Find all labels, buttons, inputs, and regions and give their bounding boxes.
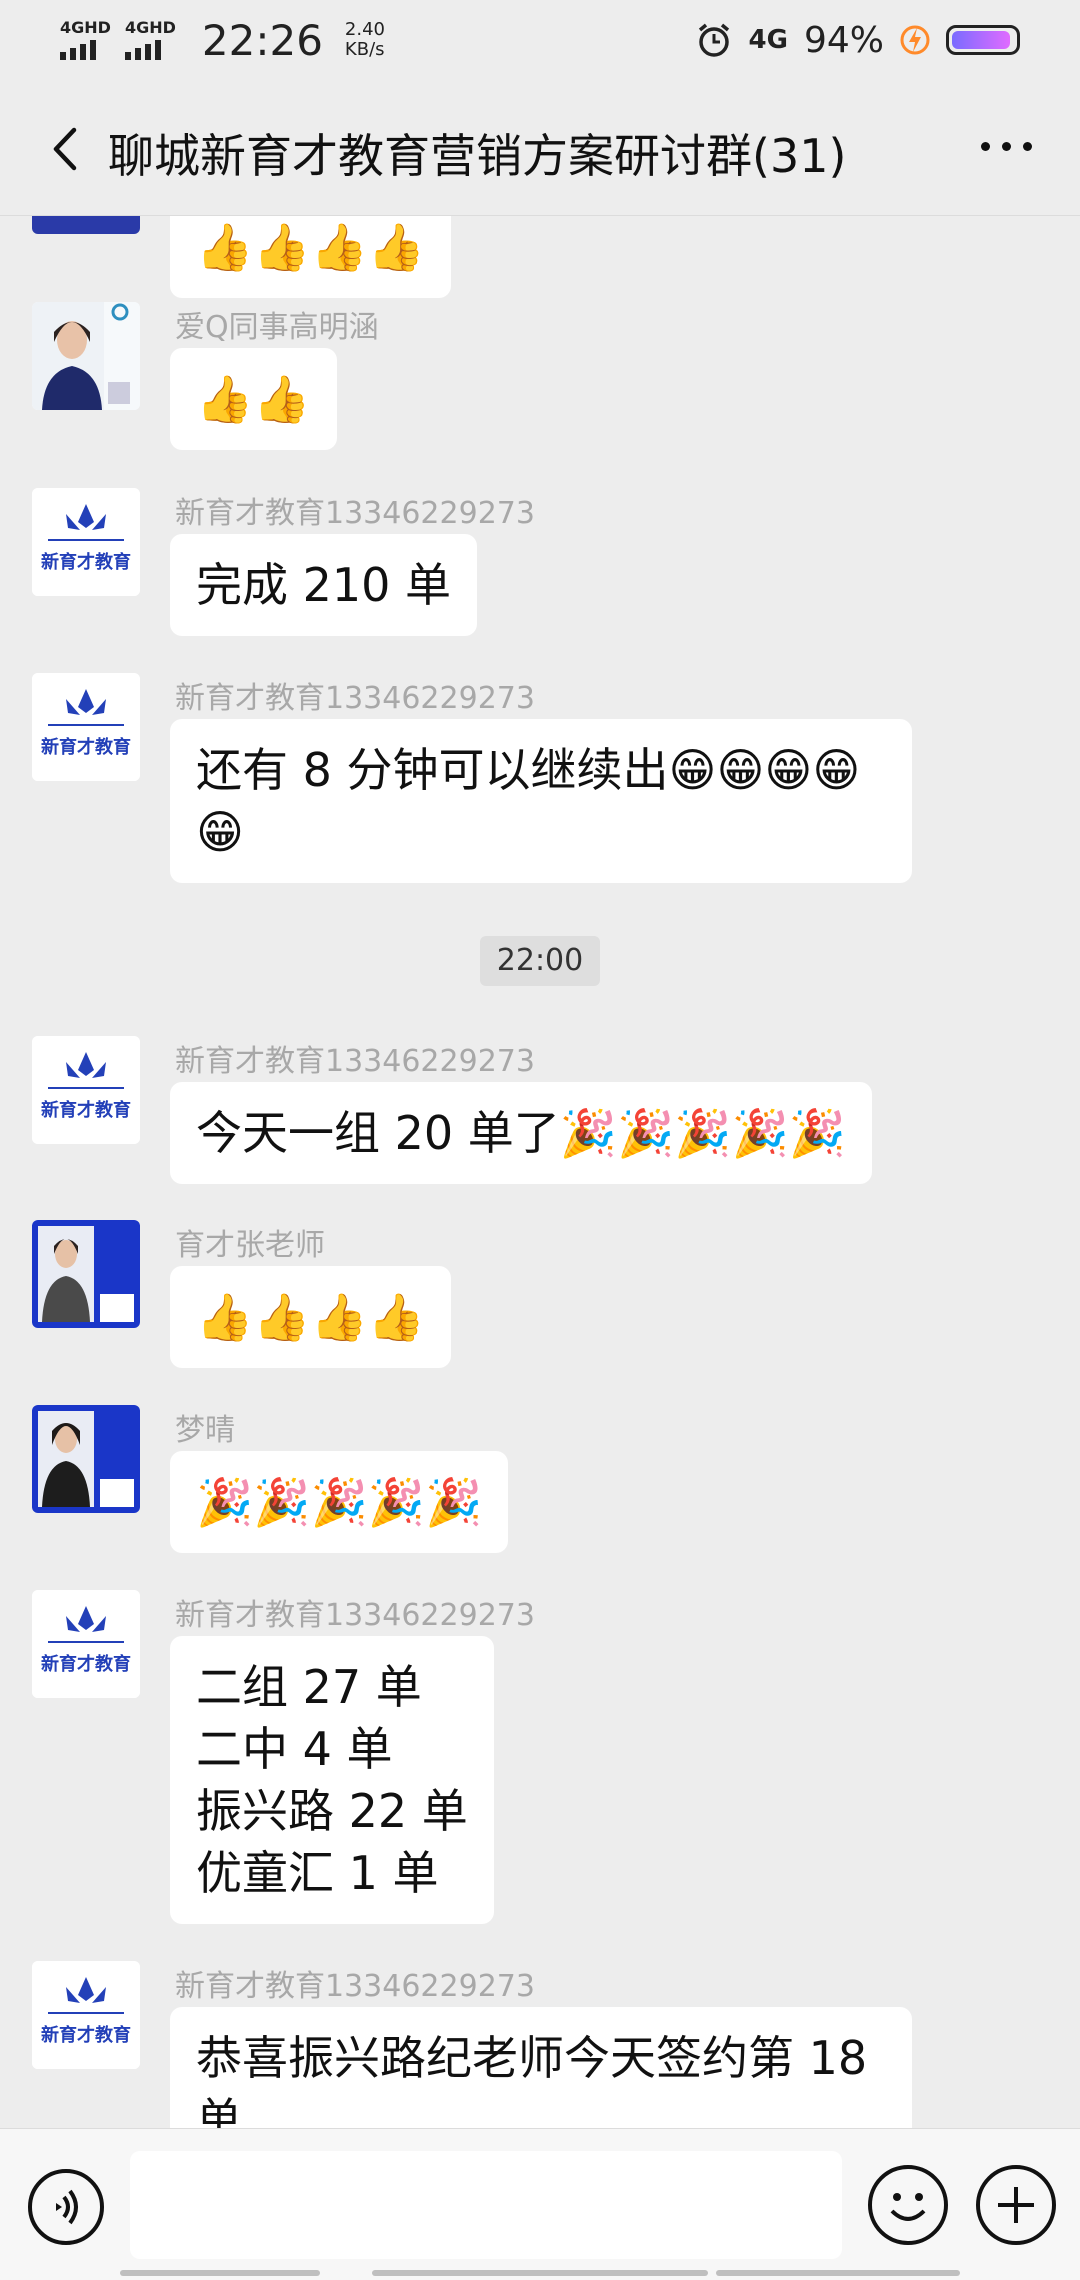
alarm-icon	[698, 23, 729, 57]
sender-name: 新育才教育13346229273	[175, 496, 535, 531]
message-input[interactable]	[130, 2151, 842, 2259]
chat-title[interactable]: 聊城新育才教育营销方案研讨群(31)	[108, 120, 846, 186]
chevron-left-icon[interactable]	[42, 124, 92, 174]
signal-label-1: 4GHD	[60, 18, 111, 37]
gesture-bar-segment	[372, 2270, 708, 2276]
avatar[interactable]: 新育才教育	[32, 673, 140, 781]
avatar[interactable]	[32, 1220, 140, 1328]
avatar[interactable]: 新育才教育	[32, 488, 140, 596]
sender-name: 爱Q同事高明涵	[175, 310, 379, 345]
speed-value: 2.40	[344, 19, 385, 40]
voice-icon[interactable]	[28, 2169, 104, 2245]
message-bubble[interactable]: 👍👍👍👍	[170, 216, 452, 298]
message-list[interactable]: 👍👍👍👍 爱Q同事高明涵 👍👍 新育才教育 新育才教育13346229273 完…	[0, 216, 1080, 2128]
avatar[interactable]	[32, 216, 140, 234]
signal-indicator-2: 4GHD	[124, 18, 176, 60]
sender-name: 新育才教育13346229273	[175, 1598, 535, 1633]
message-bubble[interactable]: 👍👍👍👍	[170, 1266, 452, 1368]
input-bar	[0, 2128, 1080, 2280]
sender-name: 育才张老师	[175, 1228, 325, 1263]
logo-icon: 新育才教育	[32, 1961, 140, 2069]
avatar[interactable]: 新育才教育	[32, 1961, 140, 2069]
logo-icon: 新育才教育	[32, 673, 140, 781]
logo-text: 新育才教育	[41, 1653, 131, 1675]
sender-name: 新育才教育13346229273	[175, 681, 535, 716]
battery-percent: 94%	[803, 19, 884, 61]
sender-name: 新育才教育13346229273	[175, 1044, 535, 1079]
battery-icon	[946, 25, 1020, 55]
sender-name: 梦晴	[175, 1413, 235, 1448]
network-type: 4G	[748, 25, 788, 55]
chat-header: 聊城新育才教育营销方案研讨群(31)	[0, 80, 1080, 216]
signal-bars-icon	[60, 38, 96, 60]
logo-text: 新育才教育	[41, 551, 131, 573]
gesture-bar-segment	[716, 2270, 960, 2276]
message-bubble[interactable]: 今天一组 20 单了🎉🎉🎉🎉🎉	[170, 1082, 873, 1184]
plus-icon[interactable]	[976, 2165, 1056, 2245]
time-divider: 22:00	[480, 936, 600, 986]
message-bubble[interactable]: 🎉🎉🎉🎉🎉	[170, 1451, 509, 1553]
signal-bars-icon	[124, 38, 161, 60]
logo-text: 新育才教育	[41, 2024, 131, 2046]
logo-text: 新育才教育	[41, 1099, 131, 1121]
charging-icon	[900, 25, 930, 55]
avatar[interactable]: 新育才教育	[32, 1036, 140, 1144]
avatar[interactable]	[32, 1405, 140, 1513]
avatar[interactable]	[32, 302, 140, 410]
message-bubble[interactable]: 恭喜振兴路纪老师今天签约第 18 单 👍👍👍🎉🎉🎉	[170, 2007, 912, 2128]
message-bubble[interactable]: 完成 210 单	[170, 534, 478, 636]
gesture-bar-segment	[120, 2270, 320, 2276]
message-bubble[interactable]: 👍👍	[170, 348, 337, 450]
logo-text: 新育才教育	[41, 736, 131, 758]
emoji-icon[interactable]	[868, 2165, 948, 2245]
message-bubble[interactable]: 二组 27 单 二中 4 单 振兴路 22 单 优童汇 1 单	[170, 1636, 494, 1924]
avatar[interactable]: 新育才教育	[32, 1590, 140, 1698]
network-speed: 2.40 KB/s	[345, 20, 385, 60]
message-bubble[interactable]: 还有 8 分钟可以继续出😁😁😁😁 😁	[170, 719, 912, 883]
sender-name: 新育才教育13346229273	[175, 1969, 535, 2004]
logo-icon: 新育才教育	[32, 1036, 140, 1144]
logo-icon: 新育才教育	[32, 488, 140, 596]
signal-label-2: 4GHD	[124, 18, 176, 37]
clock: 22:26	[201, 15, 323, 65]
logo-icon: 新育才教育	[32, 1590, 140, 1698]
status-bar: 4GHD 4GHD 22:26 2.40 KB/s 4G 94%	[0, 0, 1080, 80]
more-dots-icon[interactable]	[981, 142, 1032, 151]
signal-indicator-1: 4GHD	[60, 20, 111, 60]
speed-unit: KB/s	[344, 39, 385, 60]
